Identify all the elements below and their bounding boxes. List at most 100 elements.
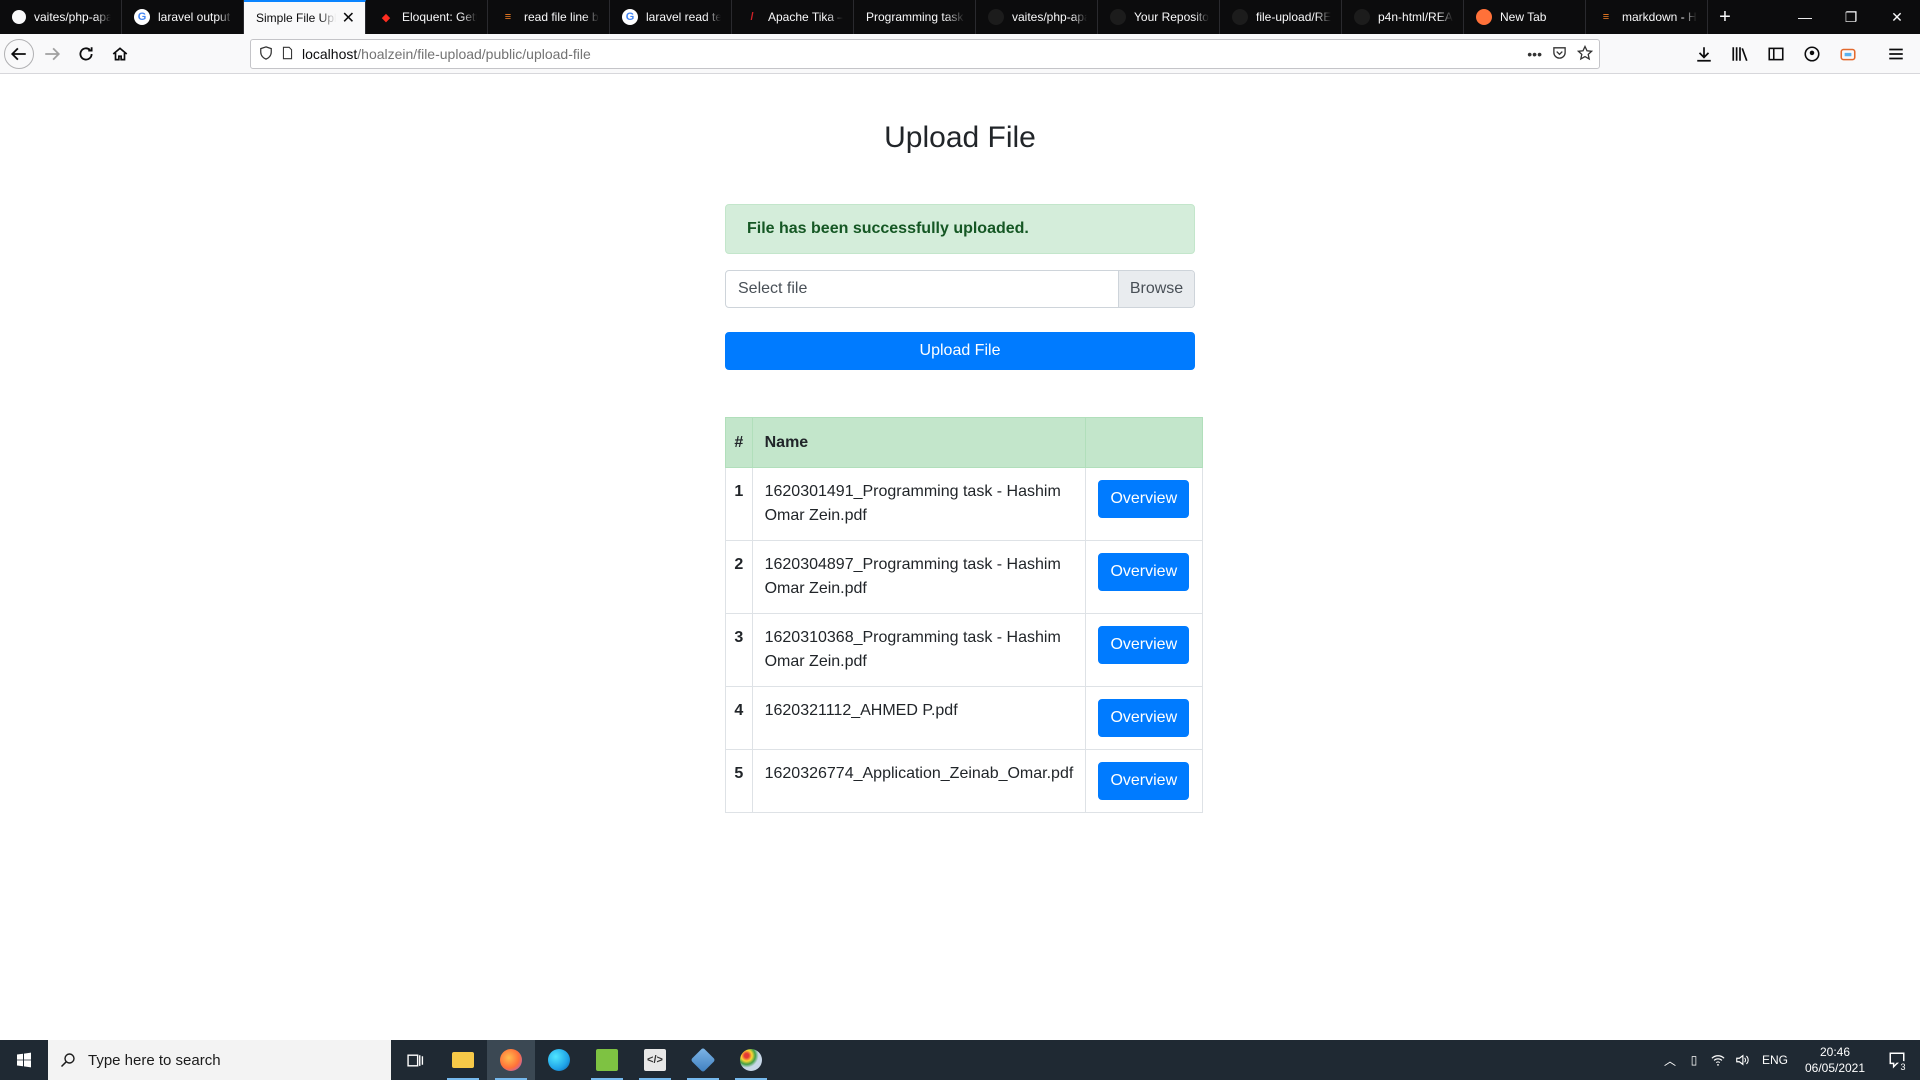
file-input[interactable]: Select file Browse — [725, 270, 1195, 308]
input-language[interactable]: ENG — [1754, 1053, 1796, 1067]
overview-button[interactable]: Overview — [1098, 626, 1190, 664]
library-button[interactable] — [1724, 38, 1756, 70]
browser-tab[interactable]: New Tab — [1464, 0, 1586, 34]
firefox-taskbar-button[interactable] — [487, 1040, 535, 1080]
task-view-button[interactable] — [391, 1040, 439, 1080]
downloads-button[interactable] — [1688, 38, 1720, 70]
account-icon — [1804, 46, 1820, 62]
show-hidden-icons-icon[interactable]: ︿ — [1658, 1052, 1682, 1069]
apache-icon: / — [750, 11, 754, 23]
close-window-icon[interactable]: ✕ — [1874, 0, 1920, 34]
minimize-icon[interactable]: — — [1782, 0, 1828, 34]
google-icon: G — [134, 9, 150, 25]
github-icon — [988, 9, 1004, 25]
forward-button[interactable] — [36, 38, 68, 70]
browser-tab[interactable]: Glaravel read tex — [610, 0, 732, 34]
browser-tab-active[interactable]: Simple File Uplo ✕ — [244, 0, 366, 34]
overview-button[interactable]: Overview — [1098, 480, 1190, 518]
search-icon — [60, 1053, 75, 1068]
success-alert: File has been successfully uploaded. — [725, 204, 1195, 254]
browser-tab[interactable]: ≡ markdown - H — [1586, 0, 1708, 34]
file-input-label[interactable]: Select file — [726, 271, 1118, 307]
paint-taskbar-button[interactable] — [727, 1040, 775, 1080]
browser-tab[interactable]: vaites/php-apa — [976, 0, 1098, 34]
hamburger-menu-icon — [1889, 48, 1903, 60]
taskbar-search[interactable]: Type here to search — [48, 1040, 391, 1080]
back-arrow-icon — [10, 47, 26, 60]
tab-title: read file line by — [524, 10, 599, 24]
account-button[interactable] — [1796, 38, 1828, 70]
bookmark-star-icon[interactable] — [1576, 44, 1594, 64]
home-button[interactable] — [104, 38, 136, 70]
browser-tab[interactable]: Your Repositori — [1098, 0, 1220, 34]
vscode-taskbar-button[interactable]: </> — [631, 1040, 679, 1080]
forward-arrow-icon — [45, 47, 61, 60]
page-content: Upload File File has been successfully u… — [0, 75, 1920, 1040]
reload-icon — [79, 46, 93, 60]
browser-tab[interactable]: p4n-html/REA — [1342, 0, 1464, 34]
notepad-plus-plus-icon — [596, 1049, 618, 1071]
column-header-number: # — [725, 417, 753, 468]
volume-icon[interactable] — [1730, 1053, 1754, 1067]
device-icon[interactable]: ▯ — [1682, 1053, 1706, 1067]
restore-icon[interactable]: ❐ — [1828, 0, 1874, 34]
pocket-icon[interactable] — [1552, 45, 1567, 63]
browser-tab[interactable]: ≡ read file line by — [488, 0, 610, 34]
home-icon — [112, 46, 128, 60]
browser-tab[interactable]: ◆ Eloquent: Gettin — [366, 0, 488, 34]
sidebar-icon — [1768, 47, 1784, 61]
action-cell: Overview — [1085, 540, 1203, 614]
menu-button[interactable] — [1880, 38, 1912, 70]
url-path: /hoalzein/file-upload/public/upload-file — [357, 46, 591, 62]
action-cell: Overview — [1085, 749, 1203, 813]
new-tab-button[interactable]: + — [1708, 0, 1742, 34]
sidebar-button[interactable] — [1760, 38, 1792, 70]
reload-button[interactable] — [70, 38, 102, 70]
edge-taskbar-button[interactable] — [535, 1040, 583, 1080]
github-icon — [1110, 9, 1126, 25]
row-number: 5 — [725, 749, 753, 813]
github-icon — [1232, 9, 1248, 25]
file-explorer-button[interactable] — [439, 1040, 487, 1080]
file-name: 1620321112_AHMED P.pdf — [751, 686, 1087, 750]
paint-icon — [740, 1049, 762, 1071]
action-center-button[interactable]: 3 — [1874, 1040, 1920, 1080]
page-info-icon[interactable] — [281, 46, 294, 63]
close-tab-icon[interactable]: ✕ — [342, 8, 355, 28]
tab-title: markdown - H — [1622, 10, 1697, 24]
stackoverflow-icon: ≡ — [504, 11, 512, 23]
notepad-plus-plus-button[interactable] — [583, 1040, 631, 1080]
overview-button[interactable]: Overview — [1098, 699, 1190, 737]
virtualbox-taskbar-button[interactable] — [679, 1040, 727, 1080]
edge-icon — [548, 1049, 570, 1071]
system-tray: ︿ ▯ ENG 20:46 06/05/2021 3 — [1658, 1040, 1920, 1080]
overview-button[interactable]: Overview — [1098, 553, 1190, 591]
browser-tab[interactable]: file-upload/RE — [1220, 0, 1342, 34]
action-cell: Overview — [1085, 613, 1203, 687]
clock[interactable]: 20:46 06/05/2021 — [1796, 1044, 1874, 1076]
overview-button[interactable]: Overview — [1098, 762, 1190, 800]
page-title: Upload File — [884, 121, 1036, 154]
file-name: 1620304897_Programming task - Hashim Oma… — [751, 540, 1087, 614]
table-header-row: # Name — [725, 417, 1203, 468]
row-number: 3 — [725, 613, 753, 687]
start-button[interactable] — [0, 1040, 48, 1080]
browse-button[interactable]: Browse — [1118, 271, 1194, 307]
back-button[interactable] — [4, 38, 34, 69]
shield-icon[interactable] — [259, 45, 273, 63]
tab-title: Eloquent: Gettin — [402, 10, 477, 24]
browser-tab[interactable]: / Apache Tika – I — [732, 0, 854, 34]
upload-file-button[interactable]: Upload File — [725, 332, 1195, 370]
tab-title: Simple File Uplo — [256, 11, 336, 25]
wifi-icon[interactable] — [1706, 1053, 1730, 1067]
stackoverflow-icon: ≡ — [1602, 11, 1610, 23]
extension-button[interactable] — [1832, 38, 1864, 70]
browser-tab[interactable]: vaites/php-apa — [0, 0, 122, 34]
page-actions-icon[interactable]: ••• — [1527, 46, 1542, 62]
github-icon — [12, 10, 26, 24]
browser-tab[interactable]: Programming task — [854, 0, 976, 34]
url-bar[interactable]: localhost/hoalzein/file-upload/public/up… — [250, 39, 1600, 69]
google-icon: G — [622, 9, 638, 25]
clock-time: 20:46 — [1819, 1045, 1851, 1059]
browser-tab[interactable]: Glaravel output f — [122, 0, 244, 34]
